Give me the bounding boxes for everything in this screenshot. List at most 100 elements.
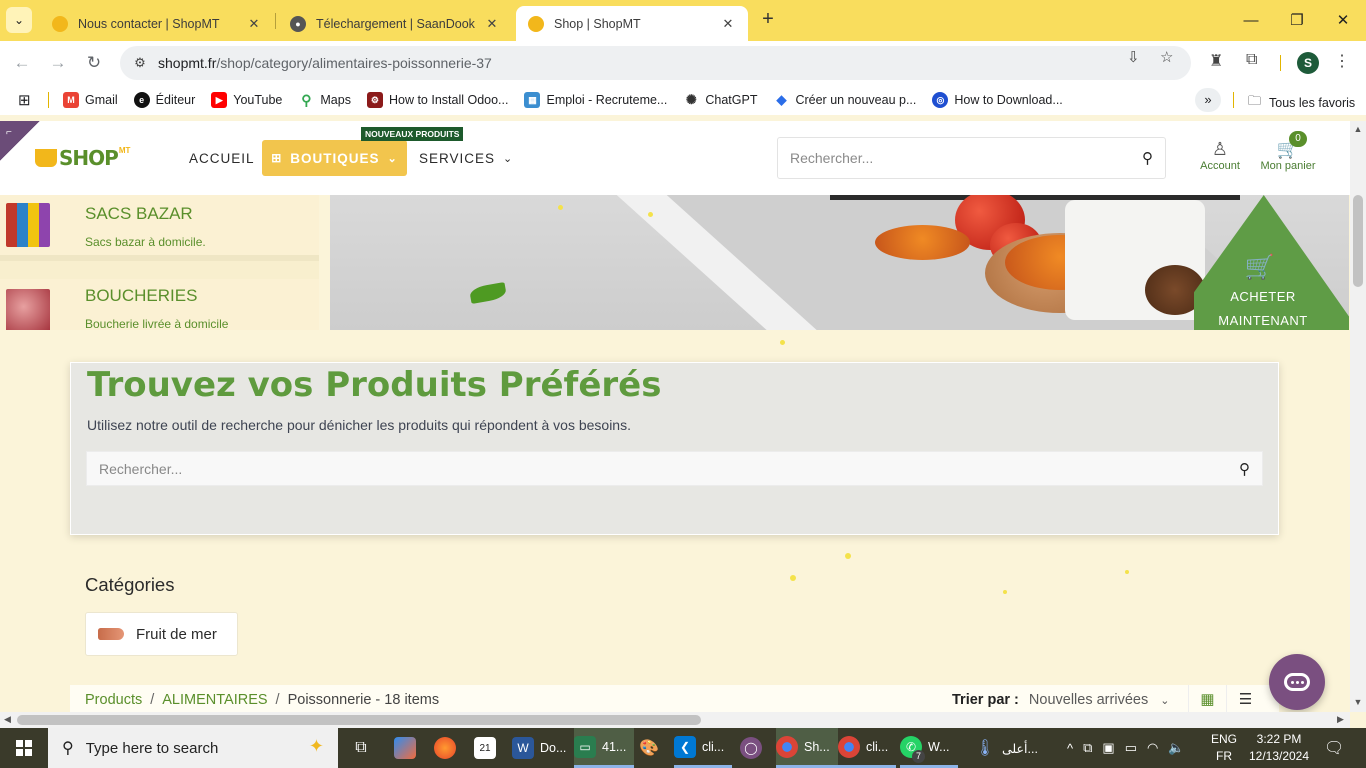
back-icon[interactable]: ← [8,49,36,77]
bookmark-gmail[interactable]: M Gmail [63,92,118,108]
taskbar-app-whatsapp[interactable]: ✆ W... [900,728,958,768]
search-icon[interactable]: ⚲ [1142,149,1153,167]
task-view-button[interactable]: ⧉ [350,728,378,768]
address-bar[interactable]: ⚙ shopmt.fr/shop/category/alimentaires-p… [120,46,1191,80]
taskbar-app-word[interactable]: W Do... [512,728,566,768]
snow-dot [558,205,563,210]
chat-button[interactable] [1269,654,1325,710]
display-icon[interactable]: ▣ [1102,740,1114,756]
clock-time: 3:22 PM [1256,732,1302,746]
close-tab-icon[interactable]: ✕ [246,16,262,32]
bookmark-creer[interactable]: ◆ Créer un nouveau p... [773,92,916,108]
cart-link[interactable]: 🛒 Mon panier [1258,138,1318,172]
scroll-down-icon[interactable]: ▼ [1350,697,1366,707]
language-indicator[interactable]: ENG FR [1208,731,1240,765]
bookmark-odoo[interactable]: ⚙ How to Install Odoo... [366,92,508,108]
chevron-up-icon[interactable]: ^ [1067,741,1073,756]
tab-nous-contacter[interactable]: Nous contacter | ShopMT ✕ [40,6,274,41]
copilot-app[interactable] [394,728,422,768]
reload-icon[interactable]: ↻ [80,49,108,77]
bookmark-youtube[interactable]: ▶ YouTube [211,92,282,108]
bookmark-how-to-download[interactable]: ◎ How to Download... [932,92,1063,108]
taskbar-app-record[interactable]: ◯ [740,728,768,768]
sort-dropdown[interactable]: Trier par : Nouvelles arrivées ⌄ [952,692,1169,708]
meet-icon[interactable]: ⧉ [1083,740,1092,756]
tab-search-button[interactable]: ⌄ [6,7,32,33]
minimize-icon[interactable]: — [1228,0,1274,40]
extensions-puzzle-icon[interactable]: ⧉ [1246,51,1257,69]
category-card-sacs-bazar[interactable]: SACS BAZAR Sacs bazar à domicile. [0,195,319,261]
taskbar-app-video[interactable]: ▭ 41... [574,728,635,768]
nav-services-label: SERVICES [419,150,496,166]
restore-icon[interactable]: ❐ [1274,0,1320,40]
logo-wordmark: SHOP [59,146,119,170]
nav-accueil[interactable]: ACCUEIL [189,140,255,176]
tab-shop[interactable]: Shop | ShopMT ✕ [516,6,748,41]
taskbar-app-vscode[interactable]: ❮ cli... [674,728,733,768]
extension-avatar-icon[interactable]: ♜ [1209,51,1223,71]
tab-telechargement[interactable]: ● Télechargement | SaanDook ✕ [278,6,512,41]
nav-boutiques[interactable]: ⊞ BOUTIQUES ⌄ [262,140,407,176]
start-button[interactable] [0,728,48,768]
header-search-input[interactable]: Rechercher... ⚲ [777,137,1166,179]
profile-avatar[interactable]: S [1297,52,1319,74]
taskbar-app-paint[interactable]: 🎨 [638,728,666,768]
taskbar-app-chrome-cli[interactable]: cli... [838,728,897,768]
nav-services[interactable]: SERVICES ⌄ [419,140,513,176]
category-card-boucheries[interactable]: BOUCHERIES Boucherie livrée à domicile [0,279,319,330]
grid-view-icon[interactable]: ▦ [1188,685,1226,712]
scrollbar-thumb[interactable] [1353,195,1363,287]
scroll-up-icon[interactable]: ▲ [1350,124,1366,134]
bookmark-editeur[interactable]: e Éditeur [133,92,195,108]
snow-dot [780,340,785,345]
url-path: /shop/category/alimentaires-poissonnerie… [216,55,492,71]
calendar-app[interactable]: 21 [474,728,502,768]
search-icon[interactable]: ⚲ [1239,460,1250,478]
taskbar-weather[interactable]: 🌡 أعلى... [974,728,1038,768]
finder-search-input[interactable]: Rechercher... ⚲ [86,451,1263,486]
battery-icon[interactable]: ▭ [1125,740,1137,756]
search-icon: ⚲ [62,740,74,757]
bookmark-chatgpt[interactable]: ✺ ChatGPT [683,92,758,108]
buy-now-button[interactable]: ACHETER MAINTENANT [1208,285,1318,330]
clock[interactable]: 3:22 PM 12/13/2024 [1248,731,1310,765]
tab-divider [275,13,276,29]
firefox-app[interactable] [434,728,462,768]
taskbar-app-chrome-shop[interactable]: Sh... [776,728,838,768]
close-window-icon[interactable]: ✕ [1320,0,1366,40]
scroll-left-icon[interactable]: ◀ [4,714,11,725]
taskbar-search-input[interactable]: ⚲ Type here to search ✦ [48,728,338,768]
volume-icon[interactable]: 🔈 [1168,740,1184,756]
breadcrumb-alimentaires[interactable]: ALIMENTAIRES [162,692,267,708]
close-tab-icon[interactable]: ✕ [720,16,736,32]
scroll-right-icon[interactable]: ▶ [1337,714,1344,725]
horizontal-scrollbar[interactable]: ◀ ▶ [0,712,1350,728]
site-info-icon[interactable]: ⚙ [126,55,154,71]
apps-grid-icon[interactable]: ⊞ [18,91,34,109]
all-bookmarks-button[interactable]: 🗀 Tous les favoris [1248,92,1355,114]
bookmark-maps[interactable]: ⚲ Maps [298,92,351,108]
finder-title: Trouvez vos Produits Préférés [87,365,662,405]
vertical-scrollbar[interactable]: ▲ ▼ [1350,121,1366,712]
more-bookmarks-icon[interactable]: » [1195,88,1221,112]
shopmt-logo[interactable]: SHOP MT [35,146,130,170]
install-app-icon[interactable]: ⇩ [1127,48,1140,66]
breadcrumb-products[interactable]: Products [85,692,142,708]
bookmark-emploi[interactable]: ▦ Emploi - Recruteme... [524,92,667,108]
forward-icon[interactable]: → [44,49,72,77]
tab-title: Télechargement | SaanDook [316,16,475,31]
promo-banner[interactable]: 🛒 ACHETER MAINTENANT [330,195,1349,330]
account-link[interactable]: ♙ Account [1199,138,1241,172]
list-view-icon[interactable]: ☰ [1226,685,1264,712]
more-menu-icon[interactable]: ⋮ [1334,51,1350,71]
bookmark-star-icon[interactable]: ☆ [1160,48,1173,66]
scrollbar-thumb[interactable] [17,715,701,725]
close-tab-icon[interactable]: ✕ [484,16,500,32]
url-text[interactable]: shopmt.fr/shop/category/alimentaires-poi… [158,55,492,71]
notifications-icon[interactable]: 🗨 [1324,728,1344,768]
folder-icon: 🗀 [1248,93,1262,108]
editeur-icon: e [133,92,150,108]
new-tab-icon[interactable]: + [756,8,780,32]
category-chip-fruit-de-mer[interactable]: Fruit de mer [85,612,238,656]
wifi-icon[interactable]: ◠ [1147,740,1158,756]
